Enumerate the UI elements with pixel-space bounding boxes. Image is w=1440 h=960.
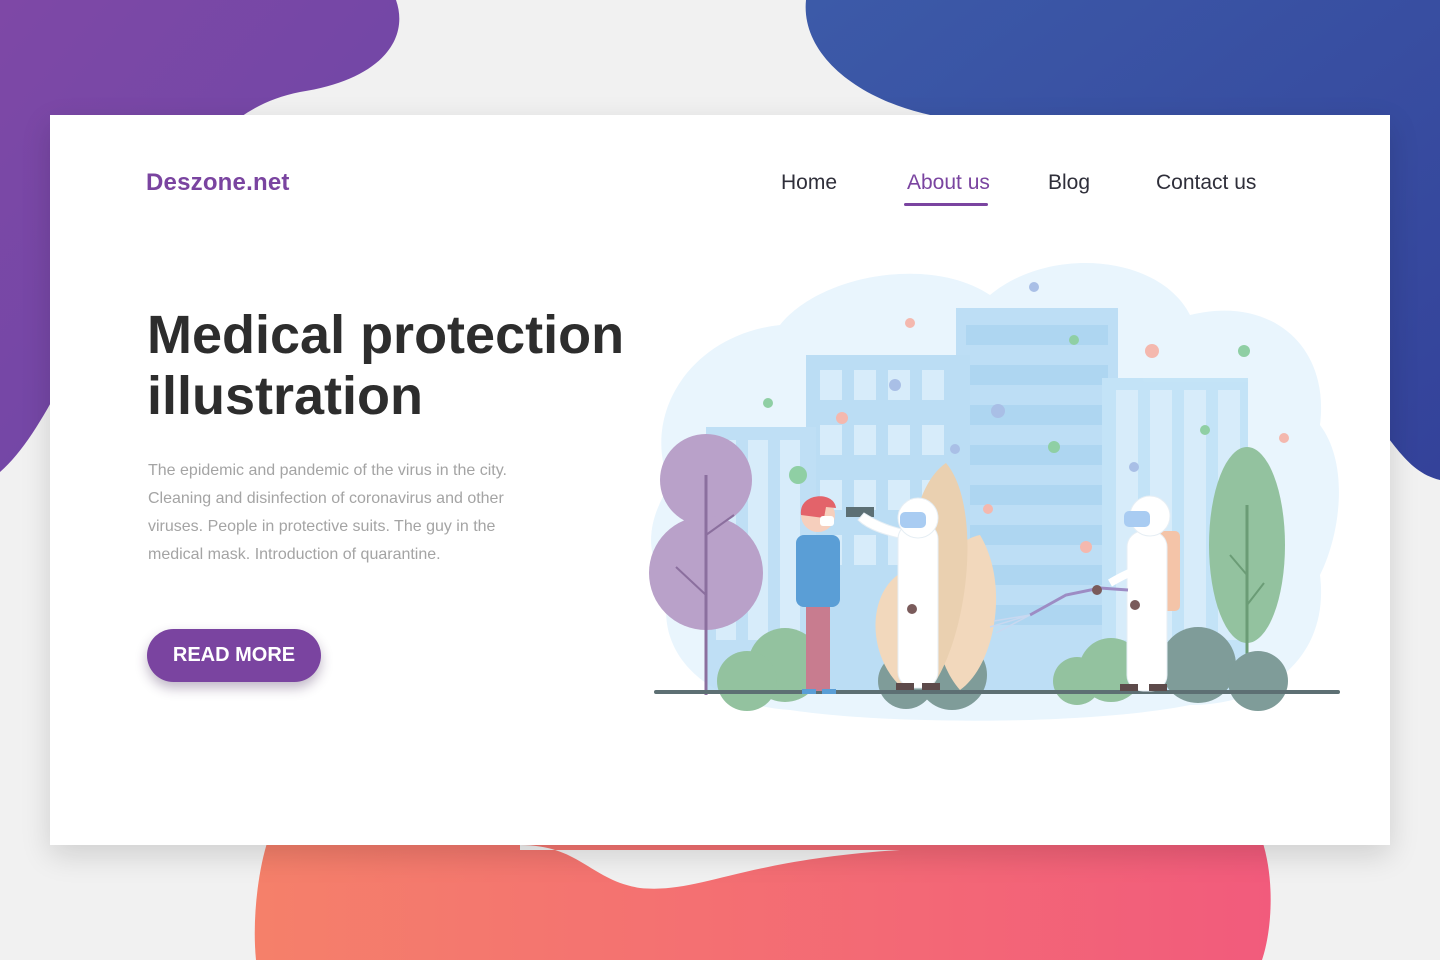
page-title: Medical protection illustration — [147, 305, 625, 426]
landing-card: Deszone.net Home About us Blog Contact u… — [50, 115, 1390, 845]
nav-item-blog[interactable]: Blog — [1048, 171, 1090, 195]
read-more-button[interactable]: READ MORE — [147, 629, 321, 682]
nav-item-about-us[interactable]: About us — [907, 171, 990, 195]
nav-item-home[interactable]: Home — [781, 171, 837, 195]
hero-description: The epidemic and pandemic of the virus i… — [148, 462, 507, 563]
active-nav-underline — [904, 203, 988, 206]
nav-item-contact-us[interactable]: Contact us — [1156, 171, 1256, 195]
ground-line — [654, 690, 1340, 694]
main-nav: Home About us Blog Contact us — [50, 171, 1390, 211]
medical-protection-illustration — [649, 262, 1340, 721]
